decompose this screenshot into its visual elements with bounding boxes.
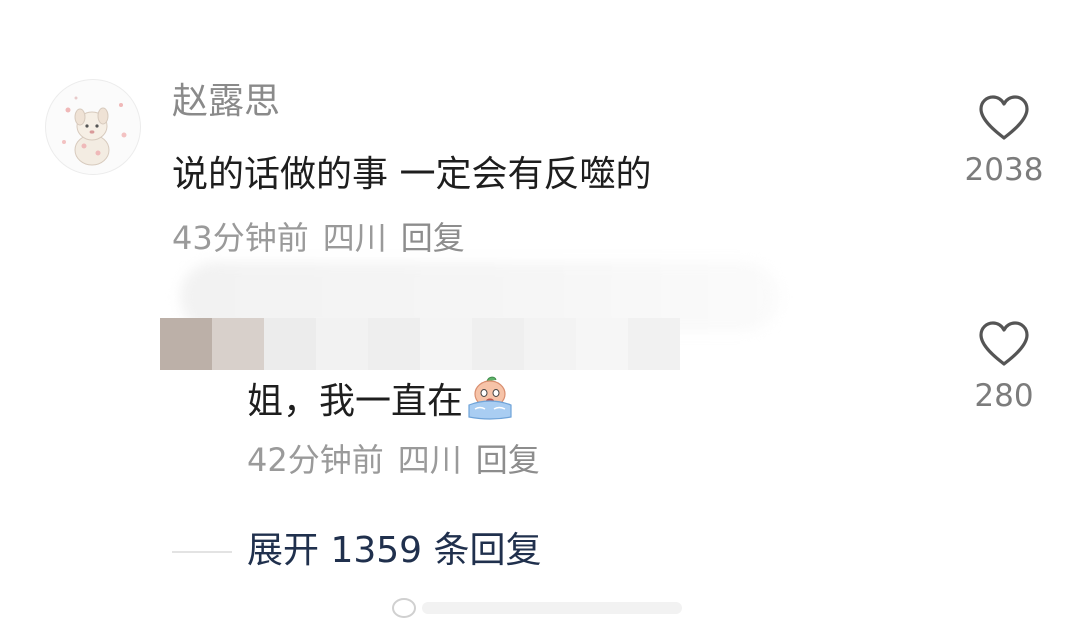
comment-like-button[interactable]: 2038 (964, 94, 1044, 188)
expand-divider (172, 551, 232, 553)
reply-text: 姐，我一直在 (247, 381, 464, 422)
avatar[interactable] (45, 79, 141, 175)
reply-reply-button[interactable]: 回复 (476, 441, 540, 479)
comment-like-count: 2038 (964, 152, 1044, 188)
heart-icon (979, 95, 1029, 140)
expand-replies-button[interactable]: 展开 1359 条回复 (247, 528, 542, 574)
reply-like-count: 280 (974, 378, 1034, 414)
reply-location: 四川 (397, 441, 462, 479)
comment-text: 说的话做的事 一定会有反噬的 (172, 154, 652, 195)
watermark (390, 596, 690, 620)
comment-time: 43分钟前 (172, 219, 309, 257)
cartoon-dog-avatar-icon (62, 96, 127, 166)
heart-icon (979, 321, 1029, 366)
reply-time: 42分钟前 (247, 441, 384, 479)
reply-meta: 42分钟前 四川 回复 (247, 440, 540, 480)
reply-like-button[interactable]: 280 (964, 320, 1044, 414)
mosaic-censor (160, 318, 680, 370)
reply-text-row: 姐，我一直在 (247, 375, 515, 433)
comment-username[interactable]: 赵露思 (172, 80, 280, 124)
comment-location: 四川 (322, 219, 387, 257)
comment-meta: 43分钟前 四川 回复 (172, 218, 465, 258)
comment-reply-button[interactable]: 回复 (401, 219, 465, 257)
crying-peach-emoji-icon (465, 375, 515, 433)
